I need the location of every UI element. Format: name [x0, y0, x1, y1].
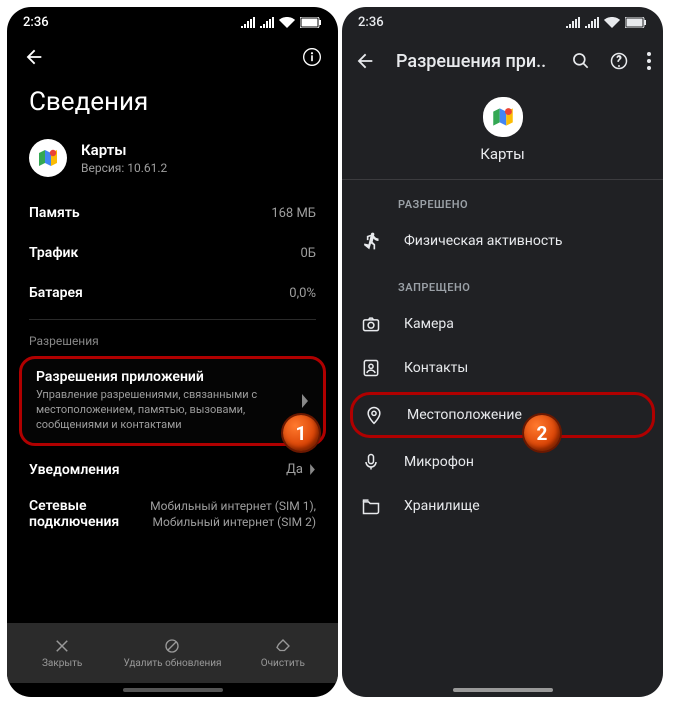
app-info-screen: 2:36 Сведения Карты Версия: 10. [7, 7, 338, 697]
activity-icon [360, 231, 382, 251]
page-title: Сведения [7, 77, 338, 131]
section-denied: ЗАПРЕЩЕНО [342, 263, 663, 302]
section-label: Разрешения [7, 324, 338, 352]
status-bar: 2:36 [7, 7, 338, 37]
uninstall-updates-button[interactable]: Удалить обновления [117, 623, 227, 683]
status-icons [241, 17, 322, 28]
status-bar: 2:36 [342, 7, 663, 37]
step-badge-1: 1 [283, 415, 319, 451]
permission-storage[interactable]: Хранилище [342, 484, 663, 528]
app-summary[interactable]: Карты Версия: 10.61.2 [7, 131, 338, 193]
app-name: Карты [480, 145, 525, 163]
wifi-icon [604, 17, 620, 28]
divider [29, 319, 316, 320]
bottom-action-bar: Закрыть Удалить обновления Очистить [7, 623, 338, 683]
chevron-right-icon [309, 464, 316, 475]
page-title: Разрешения при.. [396, 51, 551, 72]
app-header: Карты [342, 85, 663, 180]
permissions-screen: 2:36 Разрешения при.. [342, 7, 663, 697]
help-icon[interactable] [609, 51, 629, 71]
back-button[interactable] [23, 46, 45, 68]
search-icon[interactable] [571, 51, 591, 71]
app-permissions-row[interactable]: Разрешения приложений Управление разреше… [19, 356, 326, 446]
info-icon[interactable] [302, 47, 322, 67]
permission-contacts[interactable]: Контакты [342, 346, 663, 390]
storage-icon [360, 496, 382, 516]
close-button[interactable]: Закрыть [7, 623, 117, 683]
chevron-right-icon [301, 394, 309, 408]
permission-location[interactable]: Местоположение [350, 392, 655, 438]
nav-pill[interactable] [342, 683, 663, 697]
notifications-row[interactable]: Уведомления Да [7, 450, 338, 490]
permission-microphone[interactable]: Микрофон [342, 440, 663, 484]
permission-camera[interactable]: Камера [342, 302, 663, 346]
signal-icon [260, 17, 274, 28]
header [7, 37, 338, 77]
signal-icon [241, 17, 255, 28]
battery-row[interactable]: Батарея 0,0% [7, 273, 338, 313]
section-allowed: РАЗРЕШЕНО [342, 180, 663, 219]
clear-button[interactable]: Очистить [228, 623, 338, 683]
contacts-icon [360, 358, 382, 378]
signal-icon [585, 17, 599, 28]
header: Разрешения при.. [342, 37, 663, 85]
battery-icon [300, 17, 322, 28]
status-time: 2:36 [358, 15, 384, 30]
app-name: Карты [81, 141, 167, 159]
microphone-icon [360, 452, 382, 472]
step-badge-2: 2 [524, 415, 560, 451]
permission-activity[interactable]: Физическая активность [342, 219, 663, 263]
camera-icon [360, 314, 382, 334]
back-button[interactable] [354, 50, 376, 72]
maps-app-icon [29, 139, 67, 177]
nav-pill[interactable] [7, 683, 338, 697]
memory-row[interactable]: Память 168 МБ [7, 193, 338, 233]
location-icon [363, 405, 385, 425]
network-row[interactable]: Сетевые подключения Мобильный интернет (… [7, 490, 338, 546]
maps-app-icon [483, 97, 523, 137]
traffic-row[interactable]: Трафик 0Б [7, 233, 338, 273]
signal-icon [566, 17, 580, 28]
app-version: Версия: 10.61.2 [81, 161, 167, 175]
more-icon[interactable] [647, 52, 651, 70]
wifi-icon [279, 17, 295, 28]
battery-icon [625, 17, 647, 28]
status-time: 2:36 [23, 15, 49, 30]
status-icons [566, 17, 647, 28]
